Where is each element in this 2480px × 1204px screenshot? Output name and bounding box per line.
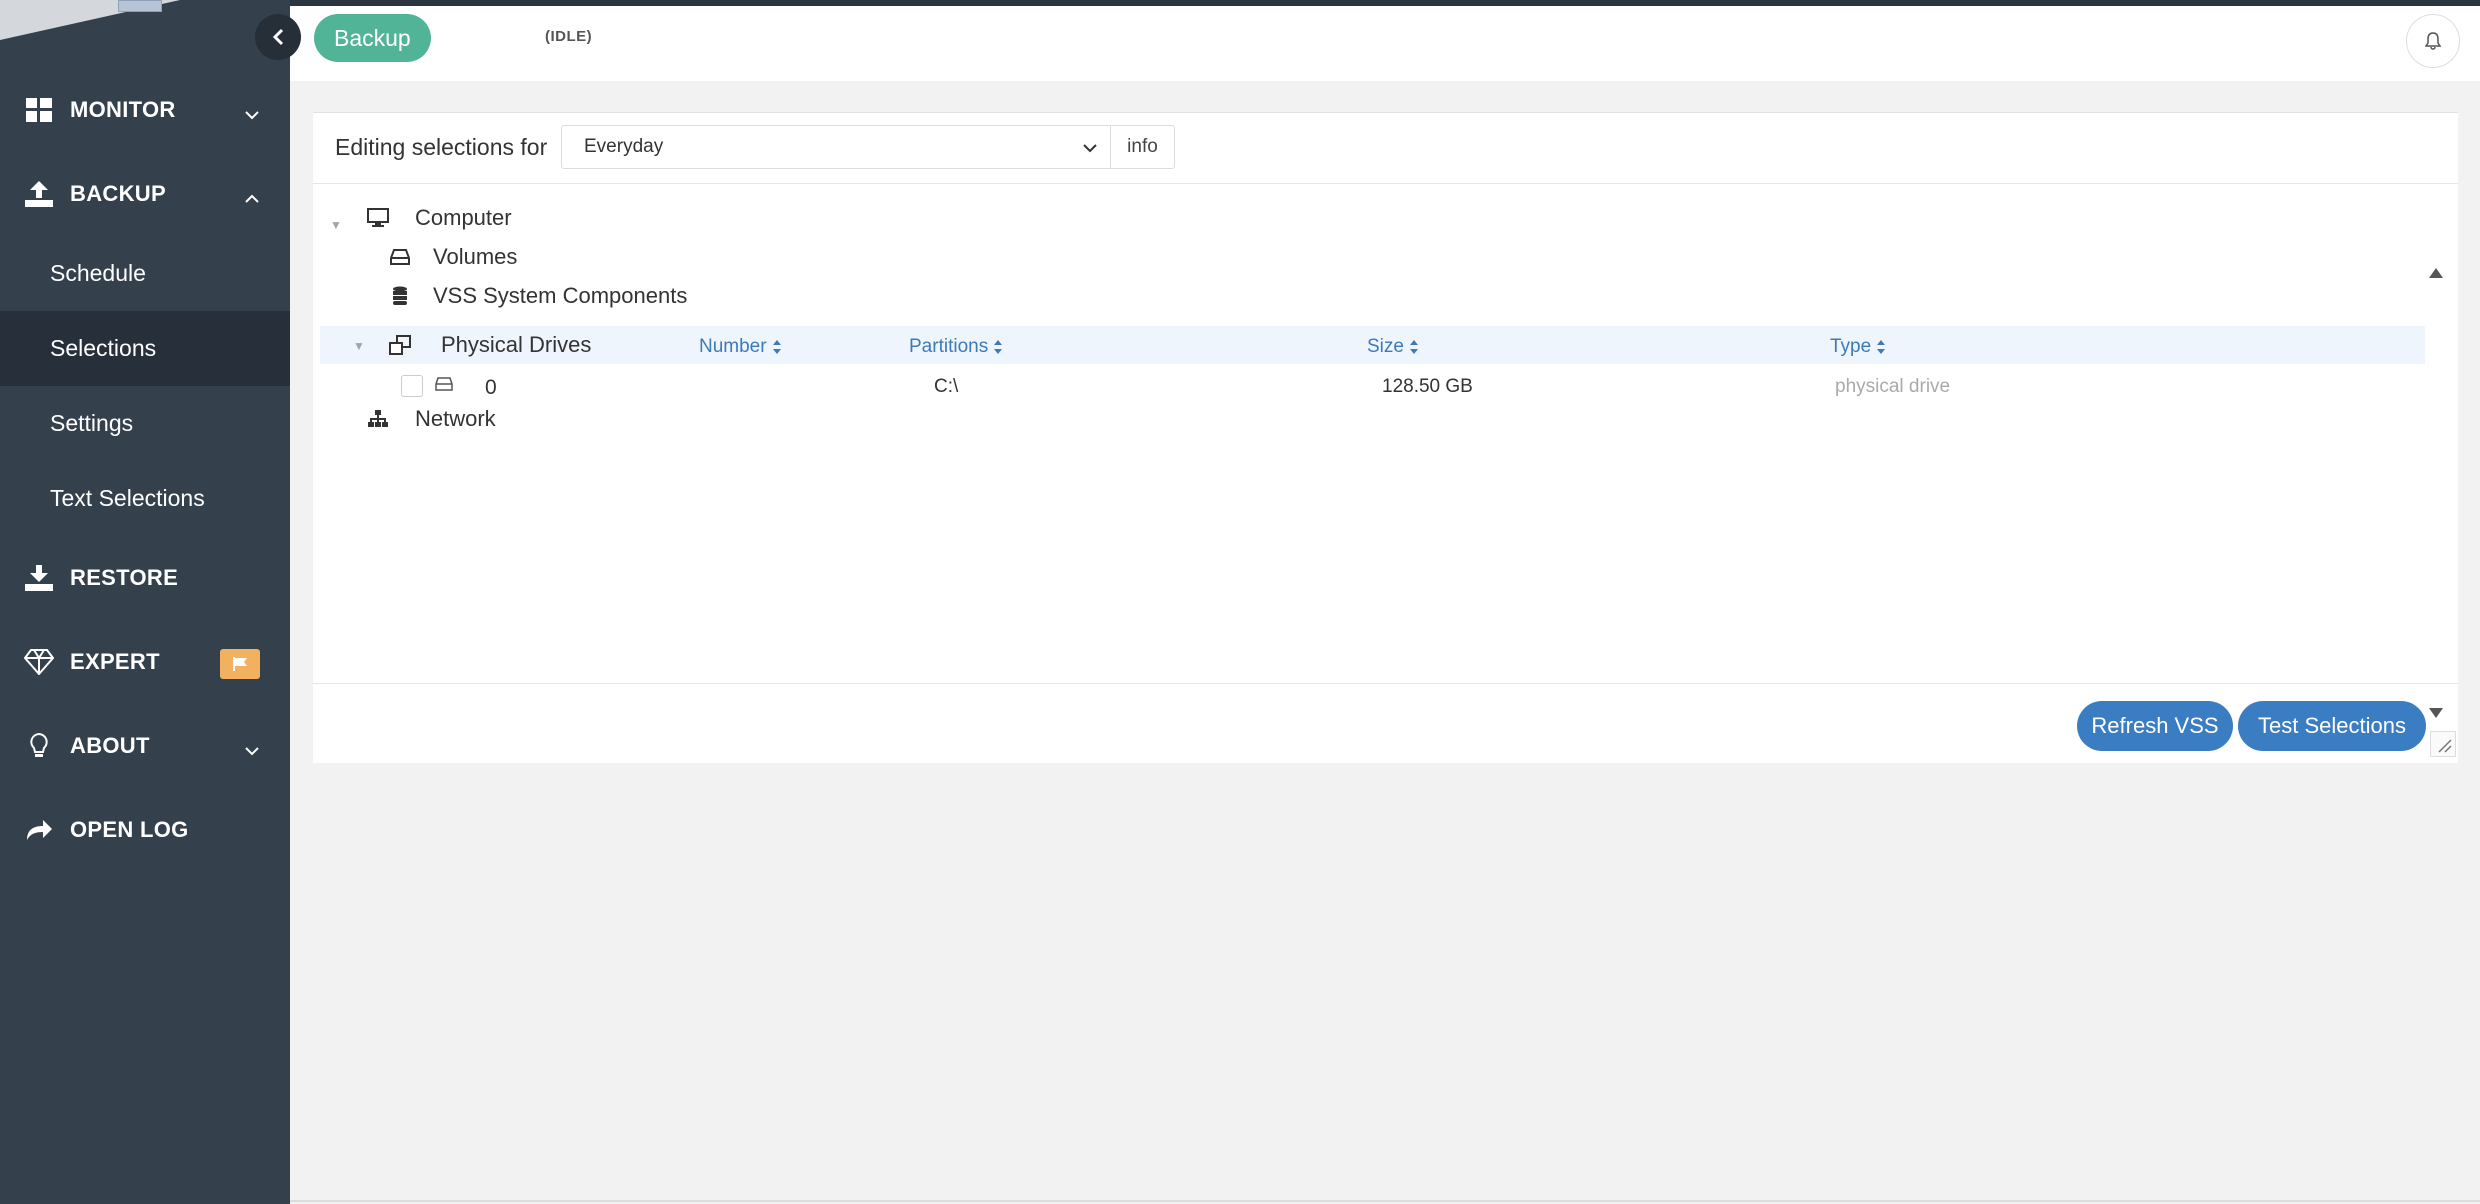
sidebar-sub-settings[interactable]: Settings — [0, 386, 290, 461]
sidebar-collapse-button[interactable] — [255, 14, 301, 60]
drive-number: 0 — [485, 376, 497, 399]
share-arrow-icon — [24, 815, 54, 845]
notifications-button[interactable] — [2406, 14, 2460, 68]
sidebar-item-open-log[interactable]: OPEN LOG — [0, 788, 290, 872]
drive-size: 128.50 GB — [1382, 376, 1473, 397]
sidebar-nav: MONITOR BACKUP Schedule Selections Setti… — [0, 68, 290, 872]
diamond-icon — [24, 647, 54, 677]
drive-partitions: C:\ — [934, 376, 959, 397]
sort-icon — [1876, 339, 1886, 355]
selection-set-select[interactable]: Everyday — [561, 125, 1111, 169]
chevron-up-icon — [244, 184, 260, 210]
sidebar-item-expert[interactable]: EXPERT — [0, 620, 290, 704]
sidebar-item-label: MONITOR — [70, 97, 176, 122]
tree-node-label: Computer — [415, 205, 512, 230]
flag-badge — [220, 649, 260, 679]
windows-icon — [387, 332, 413, 358]
backup-button[interactable]: Backup — [314, 14, 431, 62]
monitor-icon — [365, 205, 391, 231]
tree-node-network[interactable]: Network — [365, 400, 496, 438]
upload-icon — [24, 179, 54, 209]
sidebar-item-monitor[interactable]: MONITOR — [0, 68, 290, 152]
sidebar-sub-label: Text Selections — [50, 485, 205, 511]
info-button[interactable]: info — [1111, 125, 1175, 169]
tree-node-label: VSS System Components — [433, 283, 688, 308]
expand-toggle-icon[interactable]: ▼ — [330, 218, 342, 232]
logo-bar — [118, 0, 162, 12]
sort-icon — [772, 339, 782, 355]
tree-node-physical-drives[interactable]: Physical Drives — [387, 326, 591, 364]
chevron-left-icon — [272, 28, 284, 46]
sidebar-item-label: RESTORE — [70, 565, 179, 590]
sidebar-sub-schedule[interactable]: Schedule — [0, 236, 290, 311]
status-text: (IDLE) — [545, 28, 593, 45]
column-header-number[interactable]: Number — [699, 336, 782, 358]
tree-node-label: Network — [415, 406, 496, 431]
database-icon — [387, 283, 413, 309]
sidebar-item-label: OPEN LOG — [70, 817, 189, 842]
scroll-up-icon[interactable] — [2428, 266, 2444, 284]
hard-drive-icon — [387, 244, 413, 270]
tree-node-label: Volumes — [433, 244, 518, 269]
hard-drive-icon — [435, 377, 453, 396]
edit-selections-bar: Editing selections for Everyday info — [313, 113, 2458, 184]
logo — [0, 0, 290, 70]
network-icon — [365, 406, 391, 432]
flag-icon — [233, 657, 247, 671]
column-header-partitions[interactable]: Partitions — [909, 336, 1003, 358]
download-icon — [24, 563, 54, 593]
column-header-label: Partitions — [909, 336, 989, 357]
chevron-down-icon — [244, 736, 260, 762]
column-header-label: Type — [1830, 336, 1872, 357]
selections-panel: Editing selections for Everyday info ▼ C… — [313, 112, 2458, 763]
sidebar-sub-label: Schedule — [50, 260, 146, 286]
selection-set-value: Everyday — [584, 136, 664, 157]
column-header-size[interactable]: Size — [1367, 336, 1419, 358]
tree-node-computer[interactable]: Computer — [365, 199, 512, 237]
column-header-label: Size — [1367, 336, 1404, 357]
sidebar-item-restore[interactable]: RESTORE — [0, 536, 290, 620]
tree-node-label: Physical Drives — [441, 332, 592, 357]
sidebar-sub-label: Settings — [50, 410, 134, 436]
dashboard-icon — [24, 95, 54, 125]
sidebar-item-backup[interactable]: BACKUP — [0, 152, 290, 236]
tree-node-vss[interactable]: VSS System Components — [387, 277, 687, 315]
column-header-type[interactable]: Type — [1830, 336, 1886, 358]
sort-icon — [993, 339, 1003, 355]
sidebar-sub-label: Selections — [50, 335, 157, 361]
test-selections-button[interactable]: Test Selections — [2238, 701, 2426, 751]
selection-tree: ▼ Computer Volumes VSS System Components… — [313, 184, 2458, 757]
tree-node-volumes[interactable]: Volumes — [387, 238, 517, 276]
lightbulb-icon — [24, 731, 54, 761]
header: Backup (IDLE) — [290, 6, 2480, 81]
column-header-label: Number — [699, 336, 767, 357]
sidebar-sub-text-selections[interactable]: Text Selections — [0, 461, 290, 536]
sidebar: MONITOR BACKUP Schedule Selections Setti… — [0, 0, 290, 1204]
bell-icon — [2425, 32, 2441, 50]
edit-selections-label: Editing selections for — [335, 134, 548, 160]
sidebar-item-label: EXPERT — [70, 649, 160, 674]
chevron-down-icon — [244, 100, 260, 126]
drive-type: physical drive — [1835, 376, 1951, 397]
drive-checkbox[interactable] — [401, 375, 423, 397]
sidebar-sub-selections[interactable]: Selections — [0, 311, 290, 386]
refresh-vss-button[interactable]: Refresh VSS — [2077, 701, 2233, 751]
sort-icon — [1409, 339, 1419, 355]
bottom-border — [290, 1200, 2480, 1202]
chevron-down-icon — [1082, 138, 1098, 160]
sidebar-item-label: BACKUP — [70, 181, 166, 206]
sidebar-item-about[interactable]: ABOUT — [0, 704, 290, 788]
expand-toggle-icon[interactable]: ▼ — [353, 339, 365, 353]
panel-footer: Refresh VSS Test Selections — [313, 683, 2458, 764]
sidebar-item-label: ABOUT — [70, 733, 150, 758]
